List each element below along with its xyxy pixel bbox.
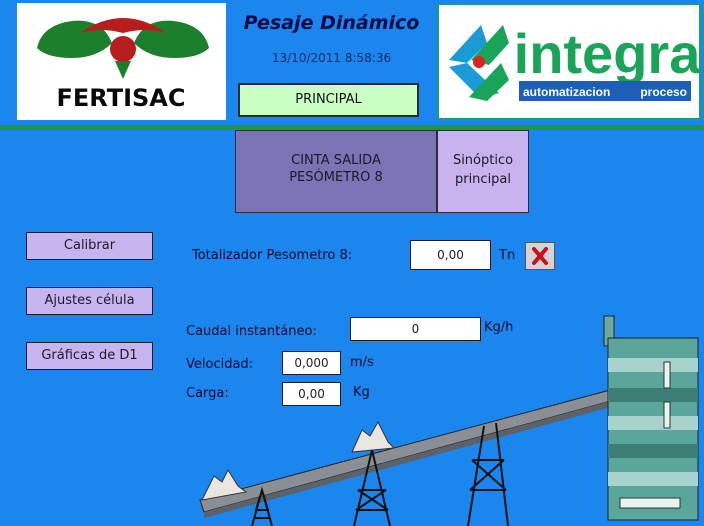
timestamp: 13/10/2011 8:58:36 <box>271 51 392 65</box>
fertisac-logo: FERTISAC <box>17 3 226 120</box>
app-title: Pesaje Dinámico <box>243 12 420 34</box>
sinoptico-label-line2: principal <box>454 172 512 187</box>
totalizer-unit: Tn <box>499 248 516 263</box>
carga-value: 0,00 <box>282 382 341 406</box>
integra-logo-text: integra <box>514 22 699 85</box>
conveyor-belt <box>199 381 645 518</box>
fertisac-logo-text: FERTISAC <box>57 84 186 112</box>
carga-unit: Kg <box>353 385 370 400</box>
sinoptico-principal-button[interactable]: Sinóptico principal <box>437 130 529 213</box>
close-icon <box>532 247 548 265</box>
graficas-button[interactable]: Gráficas de D1 <box>26 342 153 370</box>
principal-button[interactable]: PRINCIPAL <box>238 83 419 117</box>
calibrar-button[interactable]: Calibrar <box>26 232 153 260</box>
reset-totalizer-button[interactable] <box>525 242 555 270</box>
totalizer-label: Totalizador Pesometro 8: <box>192 248 353 263</box>
velocidad-unit: m/s <box>350 355 374 370</box>
ajustes-celula-button[interactable]: Ajustes célula <box>26 287 153 315</box>
section-title-box: CINTA SALIDA PESÓMETRO 8 <box>235 130 437 213</box>
integra-logo-sub-right: proceso <box>640 85 687 99</box>
integra-logo: integra automatizacion proceso <box>437 3 701 120</box>
velocidad-label: Velocidad: <box>186 357 254 372</box>
section-title-line1: CINTA SALIDA <box>291 153 381 168</box>
hopper-machine <box>603 315 699 521</box>
integra-logo-sub-left: automatizacion <box>523 85 610 99</box>
carga-label: Carga: <box>186 386 229 401</box>
caudal-unit: Kg/h <box>484 320 514 335</box>
velocidad-value: 0,000 <box>282 351 341 375</box>
caudal-label: Caudal instantáneo: <box>186 324 317 339</box>
material-pile-2 <box>351 420 396 453</box>
caudal-value: 0 <box>350 317 481 341</box>
totalizer-value: 0,00 <box>410 240 491 270</box>
sinoptico-label-line1: Sinóptico <box>452 153 514 168</box>
section-title-line2: PESÓMETRO 8 <box>289 170 383 185</box>
